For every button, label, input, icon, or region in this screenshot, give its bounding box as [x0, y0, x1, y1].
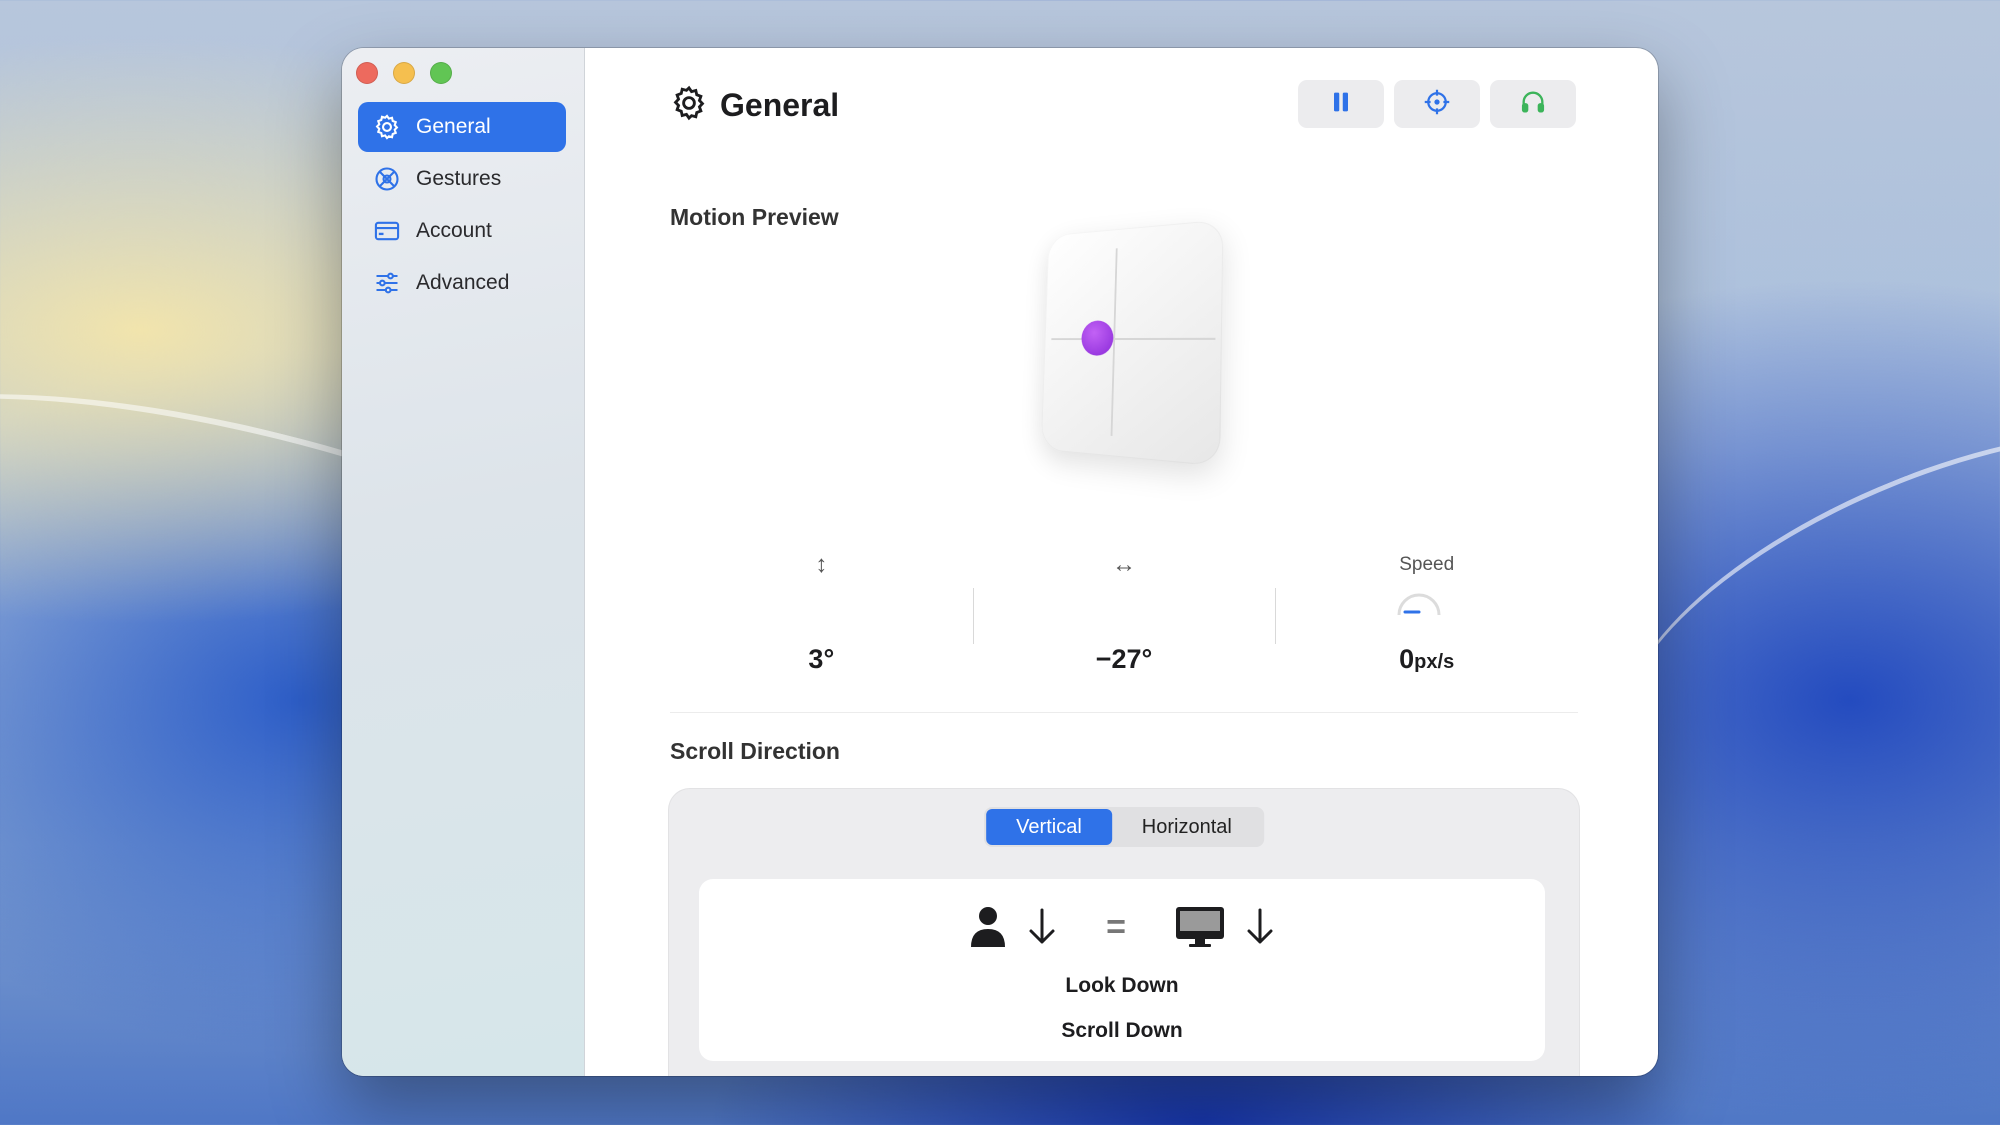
speed-number: 0 — [1399, 644, 1414, 674]
pause-button[interactable] — [1298, 80, 1384, 128]
gear-icon — [372, 112, 402, 142]
speed-label: Speed — [1275, 548, 1578, 582]
sidebar-item-general[interactable]: General — [358, 102, 566, 152]
sidebar-item-account[interactable]: Account — [358, 206, 566, 256]
sidebar-item-gestures[interactable]: Gestures — [358, 154, 566, 204]
segment-vertical[interactable]: Vertical — [986, 809, 1112, 845]
pointer-dot — [1081, 320, 1114, 355]
speed-unit: px/s — [1414, 651, 1454, 673]
speed-value: 0px/s — [1275, 644, 1578, 675]
page-title: General — [720, 87, 839, 124]
scroll-direction-label: Scroll Down — [699, 1019, 1545, 1043]
monitor-icon — [1174, 905, 1226, 949]
arrow-down-icon — [1244, 907, 1276, 947]
motion-preview-pad — [1032, 226, 1252, 466]
speed-gauge-icon — [1395, 588, 1443, 618]
sliders-icon — [372, 268, 402, 298]
segment-horizontal[interactable]: Horizontal — [1112, 809, 1262, 845]
scroll-direction-panel: Vertical Horizontal = Look Down Scroll D… — [668, 788, 1580, 1076]
vertical-angle-metric: ↕ 3° — [670, 548, 973, 688]
gestures-icon — [372, 164, 402, 194]
traffic-lights — [356, 62, 452, 84]
main-content: General Motion Preview ↕ 3° ↔ −27° Speed… — [584, 48, 1658, 1076]
pad-horizontal-axis — [1051, 338, 1215, 340]
sidebar-nav: General Gestures Account Advanced — [358, 102, 566, 310]
gear-icon — [670, 84, 708, 127]
sidebar-item-label: Account — [416, 219, 492, 243]
horizontal-arrows-icon: ↔ — [973, 548, 1276, 582]
vertical-arrows-icon: ↕ — [670, 548, 973, 582]
headphones-icon — [1519, 88, 1547, 121]
toolbar — [1298, 80, 1576, 128]
arrow-down-icon — [1026, 907, 1058, 947]
sidebar: General Gestures Account Advanced — [342, 48, 585, 1076]
sidebar-item-label: Advanced — [416, 271, 509, 295]
minimize-window-button[interactable] — [393, 62, 415, 84]
page-header: General — [670, 84, 839, 127]
vertical-angle-value: 3° — [670, 644, 973, 675]
sidebar-item-label: Gestures — [416, 167, 501, 191]
horizontal-angle-value: −27° — [973, 644, 1276, 675]
equals-icon: = — [1106, 908, 1126, 947]
speed-metric: Speed 0px/s — [1275, 548, 1578, 688]
zoom-window-button[interactable] — [430, 62, 452, 84]
scroll-direction-segmented-control: Vertical Horizontal — [984, 807, 1264, 847]
sidebar-item-label: General — [416, 115, 491, 139]
illustration-icons: = — [699, 905, 1545, 949]
crosshair-icon — [1423, 88, 1451, 121]
look-direction-label: Look Down — [699, 974, 1545, 998]
close-window-button[interactable] — [356, 62, 378, 84]
card-icon — [372, 216, 402, 246]
scroll-direction-title: Scroll Direction — [670, 738, 840, 765]
horizontal-angle-metric: ↔ −27° — [973, 548, 1276, 688]
sidebar-item-advanced[interactable]: Advanced — [358, 258, 566, 308]
recenter-button[interactable] — [1394, 80, 1480, 128]
section-divider — [670, 712, 1578, 713]
settings-window: General Gestures Account Advanced Genera… — [342, 48, 1658, 1076]
headphones-button[interactable] — [1490, 80, 1576, 128]
scroll-illustration-card: = Look Down Scroll Down — [699, 879, 1545, 1061]
motion-metrics: ↕ 3° ↔ −27° Speed 0px/s — [670, 548, 1578, 688]
tracking-pad — [1041, 219, 1224, 466]
pause-icon — [1327, 88, 1355, 121]
motion-preview-title: Motion Preview — [670, 204, 839, 231]
person-icon — [968, 905, 1008, 949]
